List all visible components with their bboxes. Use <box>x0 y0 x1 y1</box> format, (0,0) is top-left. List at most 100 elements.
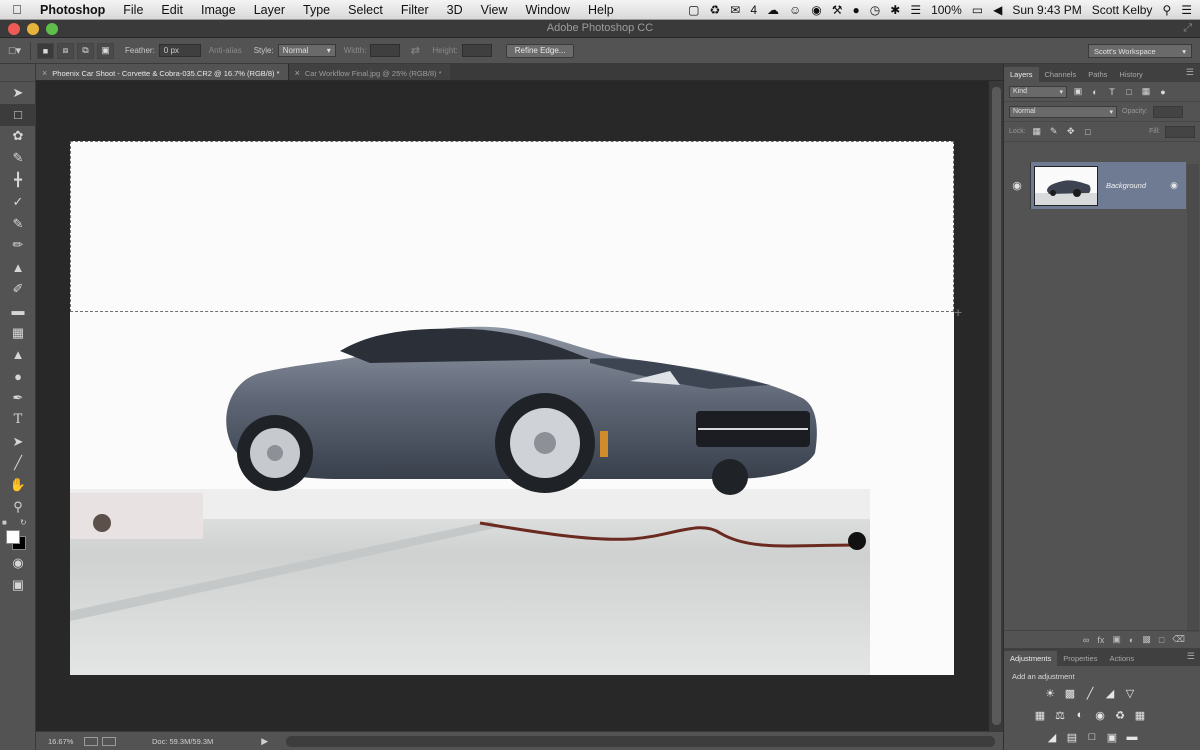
menu-file[interactable]: File <box>114 3 152 17</box>
clone-stamp-tool-icon[interactable]: ▲ <box>0 256 36 278</box>
user-name[interactable]: Scott Kelby <box>1092 3 1153 17</box>
subtract-from-selection-button[interactable]: ⧉ <box>77 42 94 59</box>
pen-tool-icon[interactable]: ✒ <box>0 387 36 409</box>
vertical-scrollbar[interactable] <box>988 81 1003 731</box>
layer-filter-select[interactable]: Kind ▾ <box>1009 85 1067 98</box>
sync-icon[interactable]: ♻ <box>709 3 720 17</box>
intersect-selection-button[interactable]: ▣ <box>97 42 114 59</box>
delete-layer-icon[interactable]: ⌫ <box>1172 634 1185 645</box>
posterize-icon[interactable]: ▤ <box>1064 729 1080 745</box>
gradient-tool-icon[interactable]: ▦ <box>0 322 36 344</box>
wifi-icon[interactable]: ☰ <box>910 3 921 17</box>
menu-select[interactable]: Select <box>339 3 392 17</box>
doc-preview-icon[interactable] <box>84 736 98 746</box>
menu-view[interactable]: View <box>472 3 517 17</box>
foreground-color-swatch[interactable] <box>6 529 20 544</box>
close-tab-icon[interactable]: × <box>42 68 47 78</box>
blur-tool-icon[interactable]: ▲ <box>0 344 36 366</box>
screen-icon[interactable]: ▢ <box>688 3 699 17</box>
layer-style-icon[interactable]: fx <box>1097 635 1104 645</box>
menu-filter[interactable]: Filter <box>392 3 438 17</box>
link-layers-icon[interactable]: ∞ <box>1083 635 1089 645</box>
black-white-icon[interactable]: ◐ <box>1072 707 1088 723</box>
menu-layer[interactable]: Layer <box>245 3 294 17</box>
drop-icon[interactable]: ● <box>853 3 860 17</box>
type-tool-icon[interactable]: T <box>0 409 36 431</box>
eyedropper-tool-icon[interactable]: ✓ <box>0 191 36 213</box>
layer-row-background[interactable]: ◉ Background ◉ <box>1004 162 1186 209</box>
filter-pixel-icon[interactable]: ▣ <box>1072 86 1084 98</box>
canvas-area[interactable]: + <box>36 81 988 731</box>
menu-help[interactable]: Help <box>579 3 623 17</box>
threshold-icon[interactable]: □ <box>1084 729 1100 745</box>
vibrance-icon[interactable]: ▽ <box>1122 685 1138 701</box>
crop-tool-icon[interactable]: ╋ <box>0 169 36 191</box>
filter-smart-object-icon[interactable]: ▦ <box>1140 86 1152 98</box>
hue-saturation-icon[interactable]: ▦ <box>1032 707 1048 723</box>
notification-center-icon[interactable]: ☰ <box>1181 3 1192 17</box>
default-colors-icon[interactable]: ■ <box>2 518 7 527</box>
battery-icon[interactable]: ▭ <box>972 3 983 17</box>
healing-brush-tool-icon[interactable]: ✎ <box>0 213 36 235</box>
gradient-map-icon[interactable]: ▬ <box>1124 729 1140 745</box>
tab-actions[interactable]: Actions <box>1103 651 1140 666</box>
tab-adjustments[interactable]: Adjustments <box>1004 651 1058 666</box>
dodge-tool-icon[interactable]: ● <box>0 365 36 387</box>
add-to-selection-button[interactable]: ⧈ <box>57 42 74 59</box>
channel-mixer-icon[interactable]: ♻ <box>1112 707 1128 723</box>
new-selection-button[interactable]: ■ <box>37 42 54 59</box>
tab-channels[interactable]: Channels <box>1039 67 1083 82</box>
document-canvas[interactable] <box>70 141 954 675</box>
quick-mask-icon[interactable]: ◉ <box>0 552 36 574</box>
panel-menu-icon[interactable]: ☰ <box>1186 67 1200 82</box>
refine-edge-button[interactable]: Refine Edge... <box>505 43 575 58</box>
screen-mode-icon[interactable]: ▣ <box>0 574 36 596</box>
menu-3d[interactable]: 3D <box>438 3 472 17</box>
tab-paths[interactable]: Paths <box>1082 67 1113 82</box>
horizontal-scrollbar[interactable] <box>286 735 995 747</box>
time-machine-icon[interactable]: ◷ <box>870 3 880 17</box>
wrench-icon[interactable]: ⚒ <box>832 3 843 17</box>
zoom-tool-icon[interactable]: ⚲ <box>0 496 36 518</box>
levels-icon[interactable]: ▩ <box>1062 685 1078 701</box>
feather-input[interactable]: 0 px <box>158 44 201 57</box>
status-menu-icon[interactable]: ▶ <box>261 736 268 747</box>
menu-app[interactable]: Photoshop <box>34 3 114 17</box>
brightness-icon[interactable]: ☀ <box>1042 685 1058 701</box>
history-brush-tool-icon[interactable]: ✐ <box>0 278 36 300</box>
rectangular-marquee-tool-icon[interactable]: □ <box>0 103 36 126</box>
filter-type-icon[interactable]: T <box>1106 86 1118 98</box>
marquee-selection[interactable] <box>70 141 954 312</box>
bluetooth-icon[interactable]: ✱ <box>890 3 900 17</box>
move-tool-icon[interactable]: ➤ <box>0 82 36 104</box>
visibility-eye-icon[interactable]: ◉ <box>1004 162 1030 209</box>
invert-icon[interactable]: ◢ <box>1044 729 1060 745</box>
new-adjustment-layer-icon[interactable]: ◐ <box>1129 635 1134 645</box>
selective-color-icon[interactable]: ▣ <box>1104 729 1120 745</box>
width-input[interactable] <box>370 44 401 57</box>
fullscreen-icon[interactable]: ⤢ <box>1183 22 1192 35</box>
lock-position-icon[interactable]: ✥ <box>1065 126 1077 138</box>
style-select[interactable]: Normal ▾ <box>277 44 336 57</box>
color-lookup-icon[interactable]: ▦ <box>1132 707 1148 723</box>
lasso-tool-icon[interactable]: ✿ <box>0 126 36 148</box>
swap-colors-icon[interactable]: ↻ <box>20 518 27 527</box>
doc-info-icon[interactable] <box>102 736 116 746</box>
zoom-level[interactable]: 16.67% <box>48 737 84 746</box>
tab-layers[interactable]: Layers <box>1004 67 1039 82</box>
menu-type[interactable]: Type <box>294 3 339 17</box>
filter-toggle-icon[interactable]: ● <box>1157 86 1169 98</box>
quick-selection-tool-icon[interactable]: ✎ <box>0 147 36 169</box>
height-input[interactable] <box>461 44 492 57</box>
path-selection-tool-icon[interactable]: ➤ <box>0 431 36 453</box>
close-tab-icon[interactable]: × <box>295 68 300 78</box>
apple-menu-icon[interactable]:  <box>0 2 34 17</box>
blend-mode-select[interactable]: Normal ▾ <box>1009 105 1117 118</box>
fill-input[interactable] <box>1165 125 1195 138</box>
swap-dimensions-icon[interactable]: ⇄ <box>406 43 424 59</box>
anti-alias-checkbox[interactable]: Anti-alias <box>209 46 242 55</box>
lock-all-icon[interactable]: □ <box>1082 126 1094 138</box>
photo-filter-icon[interactable]: ◉ <box>1092 707 1108 723</box>
add-mask-icon[interactable]: ▣ <box>1112 634 1121 645</box>
toolbar-grip[interactable] <box>0 64 35 82</box>
